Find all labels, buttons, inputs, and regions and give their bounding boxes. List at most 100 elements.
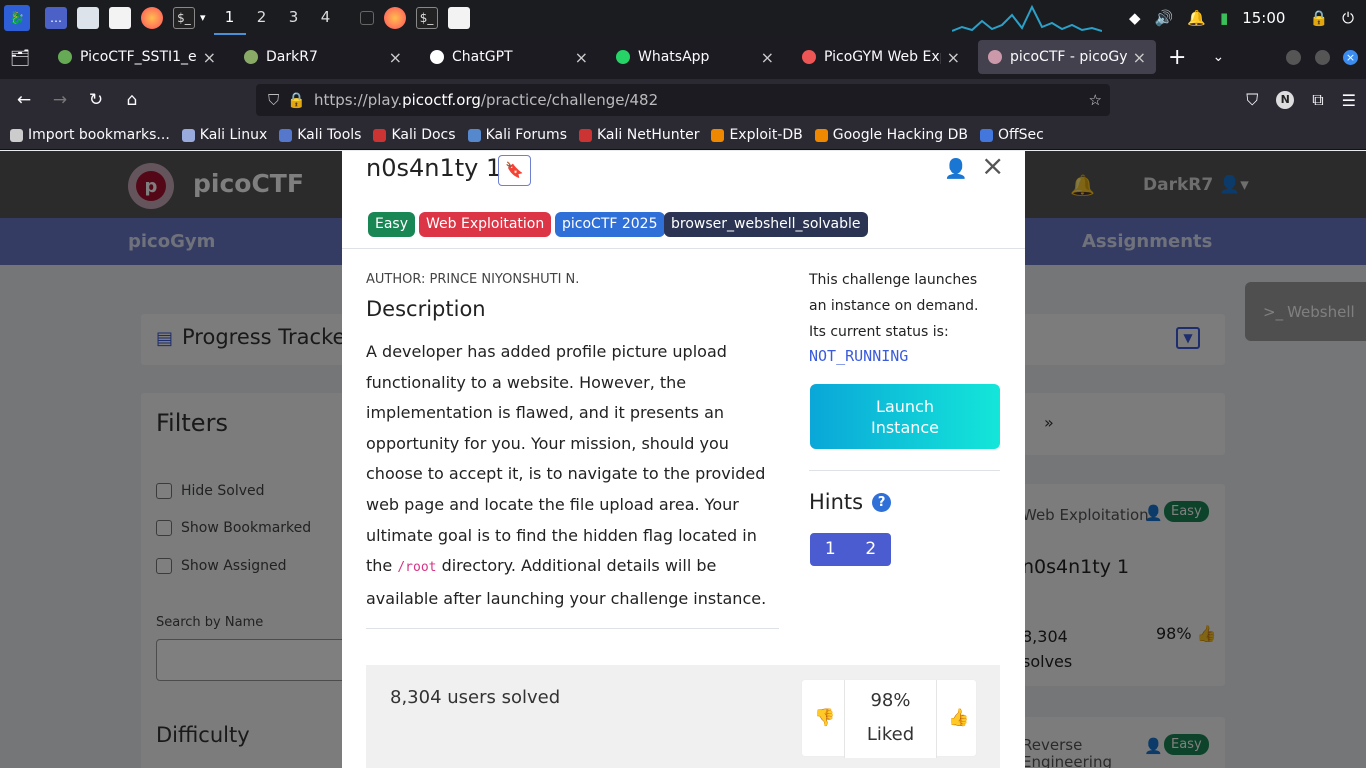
home-icon[interactable]: ⌂	[114, 90, 150, 110]
workspace-2[interactable]: 2	[246, 0, 278, 35]
file-manager-icon[interactable]	[77, 6, 99, 29]
browser-tab[interactable]: picoCTF - picoGym ×	[978, 40, 1156, 74]
tab-favicon-icon	[430, 50, 444, 64]
menu-icon[interactable]: ☰	[1342, 91, 1356, 110]
tab-title: ChatGPT	[452, 49, 513, 65]
bookmark-item[interactable]: Google Hacking DB	[814, 127, 968, 143]
liked-percent: 98%	[870, 690, 911, 711]
notification-bell-icon[interactable]: 🔔	[1187, 9, 1206, 27]
browser-nav-bar: ← → ↻ ⌂ ⛉ 🔒 https://play. picoctf.org/pra…	[0, 79, 1366, 121]
clock[interactable]: 15:00	[1242, 9, 1285, 27]
firefox-icon[interactable]	[141, 6, 163, 29]
thumbs-down-icon[interactable]: 👎	[814, 708, 835, 728]
tab-title: WhatsApp	[638, 49, 710, 65]
challenge-description: A developer has added profile picture up…	[366, 337, 780, 614]
browser-tab[interactable]: PicoCTF_SSTI1_easy ×	[48, 40, 226, 74]
extensions-icon[interactable]: ⧉	[1312, 90, 1323, 110]
close-icon[interactable]: ×	[981, 151, 1004, 182]
close-tab-icon[interactable]: ×	[575, 48, 588, 67]
bookmark-item[interactable]: Kali Forums	[467, 127, 567, 143]
bookmark-label: Kali Docs	[391, 127, 456, 143]
url-bar[interactable]: ⛉ 🔒 https://play. picoctf.org/practice/ch…	[256, 84, 1110, 116]
pocket-icon[interactable]: ⛉	[1246, 90, 1258, 110]
bookmark-label: OffSec	[997, 127, 1044, 143]
bookmark-favicon-icon	[814, 128, 828, 142]
lock-icon: 🔒	[287, 91, 306, 109]
window-button-icon[interactable]	[359, 10, 374, 25]
close-tab-icon[interactable]: ×	[1133, 48, 1146, 67]
liked-label: Liked	[866, 724, 915, 745]
workspace-3[interactable]: 3	[278, 0, 310, 35]
account-icon[interactable]: N	[1276, 91, 1295, 109]
reload-icon[interactable]: ↻	[78, 90, 114, 110]
forward-icon[interactable]: →	[42, 90, 78, 110]
volume-icon[interactable]: 🔊	[1155, 9, 1174, 27]
bookmark-item[interactable]: Kali Linux	[181, 127, 268, 143]
divider	[366, 628, 779, 629]
tab-favicon-icon	[616, 50, 630, 64]
tab-title: PicoCTF_SSTI1_easy	[80, 49, 197, 65]
close-tab-icon[interactable]: ×	[203, 48, 216, 67]
workspace-1[interactable]: 1	[213, 0, 246, 35]
bookmark-favicon-icon	[467, 128, 481, 142]
tab-title: picoCTF - picoGym	[1010, 49, 1127, 65]
web-page: p picoCTF 🔔 DarkR7 👤▾ picoGym Assignment…	[0, 151, 1366, 768]
power-icon[interactable]: ⏻	[1342, 9, 1354, 27]
url-host: picoctf.org	[402, 91, 481, 109]
bookmark-item[interactable]: Exploit-DB	[711, 127, 803, 143]
hint-2-button[interactable]: 2	[851, 533, 892, 566]
lock-icon[interactable]: 🔒	[1309, 9, 1328, 27]
challenge-title: n0s4n1ty 1	[366, 154, 502, 182]
close-tab-icon[interactable]: ×	[389, 48, 402, 67]
bookmark-item[interactable]: Import bookmarks...	[10, 127, 170, 143]
solved-section: 8,304 users solved 👎 98% Liked 👍	[366, 665, 1000, 768]
terminal-window-icon[interactable]: $_	[415, 6, 438, 29]
tab-favicon-icon	[988, 50, 1002, 64]
launch-button-label: Launch Instance	[870, 396, 940, 437]
list-all-tabs-icon[interactable]: ⌄	[1212, 49, 1224, 65]
browser-tab[interactable]: DarkR7 ×	[234, 40, 412, 74]
bookmark-item[interactable]: OffSec	[979, 127, 1044, 143]
bookmark-button[interactable]: 🔖	[498, 155, 531, 186]
show-desktop-icon[interactable]: …	[45, 6, 67, 29]
bookmark-label: Kali Tools	[297, 127, 362, 143]
help-icon[interactable]: ?	[872, 492, 892, 512]
browser-tab[interactable]: PicoGYM Web Exploi ×	[792, 40, 970, 74]
kali-menu-icon[interactable]: 🐉	[4, 4, 30, 31]
hint-1-button[interactable]: 1	[810, 533, 851, 566]
close-tab-icon[interactable]: ×	[947, 48, 960, 67]
window-close-icon[interactable]: ×	[1343, 50, 1358, 65]
tab-favicon-icon	[244, 50, 258, 64]
battery-icon[interactable]: ▮	[1220, 9, 1228, 27]
bookmark-favicon-icon	[10, 128, 23, 142]
window-maximize-icon[interactable]	[1315, 50, 1330, 65]
window-minimize-icon[interactable]	[1286, 50, 1301, 65]
bookmark-item[interactable]: Kali Tools	[279, 127, 361, 143]
star-icon[interactable]: ☆	[1089, 91, 1102, 109]
bookmark-item[interactable]: Kali NetHunter	[579, 127, 699, 143]
bookmark-item[interactable]: Kali Docs	[373, 127, 456, 143]
back-icon[interactable]: ←	[6, 90, 42, 110]
browser-tab[interactable]: WhatsApp ×	[606, 40, 784, 74]
rating-box: 👎 98% Liked 👍	[801, 679, 977, 758]
terminal-icon[interactable]: $_	[173, 6, 195, 29]
url-path: /practice/challenge/482	[480, 91, 659, 109]
bookmark-label: Kali Linux	[199, 127, 268, 143]
document-window-icon[interactable]	[447, 6, 470, 29]
tab-overview-icon[interactable]: 🗂	[0, 48, 40, 67]
thumbs-up-icon[interactable]: 👍	[948, 708, 969, 728]
firefox-window-icon[interactable]	[383, 6, 406, 29]
text-editor-icon[interactable]	[109, 6, 131, 29]
chevron-down-icon[interactable]: ▾	[200, 11, 206, 24]
wifi-icon[interactable]: ◆	[1129, 9, 1141, 27]
browser-tab-bar: 🗂 PicoCTF_SSTI1_easy×DarkR7×ChatGPT×What…	[0, 35, 1366, 79]
new-tab-icon[interactable]: +	[1168, 45, 1186, 70]
workspace-4[interactable]: 4	[310, 0, 342, 35]
person-icon[interactable]: 👤	[944, 157, 968, 180]
hint-buttons: 1 2	[810, 533, 891, 566]
close-tab-icon[interactable]: ×	[761, 48, 774, 67]
system-taskbar: 🐉 … $_ ▾ 1 2 3 4 $_ ◆ 🔊 🔔 ▮ 15:00 🔒 ⏻	[0, 0, 1366, 35]
browser-tab[interactable]: ChatGPT ×	[420, 40, 598, 74]
launch-instance-button[interactable]: Launch Instance	[810, 384, 1000, 449]
shield-icon[interactable]: ⛉	[268, 91, 279, 109]
